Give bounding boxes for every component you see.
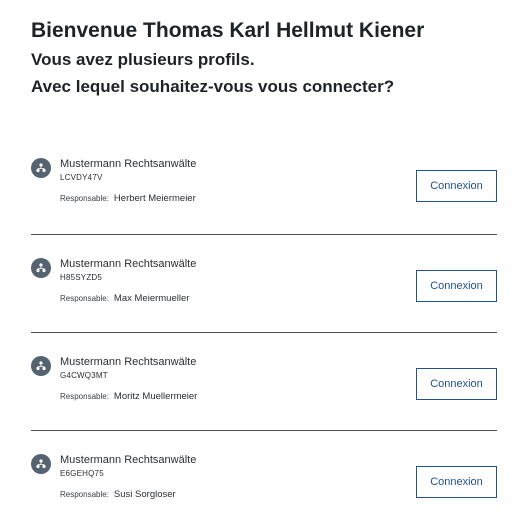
company-name: Mustermann Rechtsanwälte (60, 356, 197, 368)
connexion-button[interactable]: Connexion (416, 466, 497, 498)
profile-row: Mustermann Rechtsanwälte E6GEHQ75 Respon… (31, 430, 497, 528)
organization-icon (31, 454, 51, 474)
welcome-header: Bienvenue Thomas Karl Hellmut Kiener Vou… (31, 16, 510, 100)
organization-icon (31, 158, 51, 178)
profile-code: E6GEHQ75 (60, 469, 104, 478)
connexion-button[interactable]: Connexion (416, 368, 497, 400)
profile-question: Avec lequel souhaitez-vous vous connecte… (31, 77, 395, 96)
responsible-name: Susi Sorgloser (113, 489, 176, 500)
profile-code: LCVDY47V (60, 173, 103, 182)
page-title: Bienvenue Thomas Karl Hellmut Kiener (31, 19, 425, 42)
responsible-label: Responsable: (60, 294, 109, 303)
responsible-name: Herbert Meiermeier (113, 193, 196, 204)
profile-code: G4CWQ3MT (60, 371, 108, 380)
connexion-button[interactable]: Connexion (416, 170, 497, 202)
responsible-name: Moritz Muellermeier (113, 391, 198, 402)
organization-icon (31, 356, 51, 376)
profile-row: Mustermann Rechtsanwälte G4CWQ3MT Respon… (31, 332, 497, 430)
profile-list: Mustermann Rechtsanwälte LCVDY47V Respon… (31, 148, 497, 528)
organization-icon (31, 258, 51, 278)
responsible-line: Responsable: Max Meiermueller (60, 292, 196, 306)
responsible-name: Max Meiermueller (113, 293, 190, 304)
company-name: Mustermann Rechtsanwälte (60, 158, 197, 170)
profiles-subtitle: Vous avez plusieurs profils. (31, 50, 255, 69)
company-name: Mustermann Rechtsanwälte (60, 454, 197, 466)
responsible-line: Responsable: Herbert Meiermeier (60, 192, 196, 206)
responsible-line: Responsable: Moritz Muellermeier (60, 390, 197, 404)
connexion-button[interactable]: Connexion (416, 270, 497, 302)
responsible-label: Responsable: (60, 392, 109, 401)
company-name: Mustermann Rechtsanwälte (60, 258, 197, 270)
profile-row: Mustermann Rechtsanwälte LCVDY47V Respon… (31, 148, 497, 234)
responsible-line: Responsable: Susi Sorgloser (60, 488, 196, 502)
profile-row: Mustermann Rechtsanwälte H85SYZD5 Respon… (31, 234, 497, 332)
responsible-label: Responsable: (60, 490, 109, 499)
profile-code: H85SYZD5 (60, 273, 103, 282)
responsible-label: Responsable: (60, 194, 109, 203)
